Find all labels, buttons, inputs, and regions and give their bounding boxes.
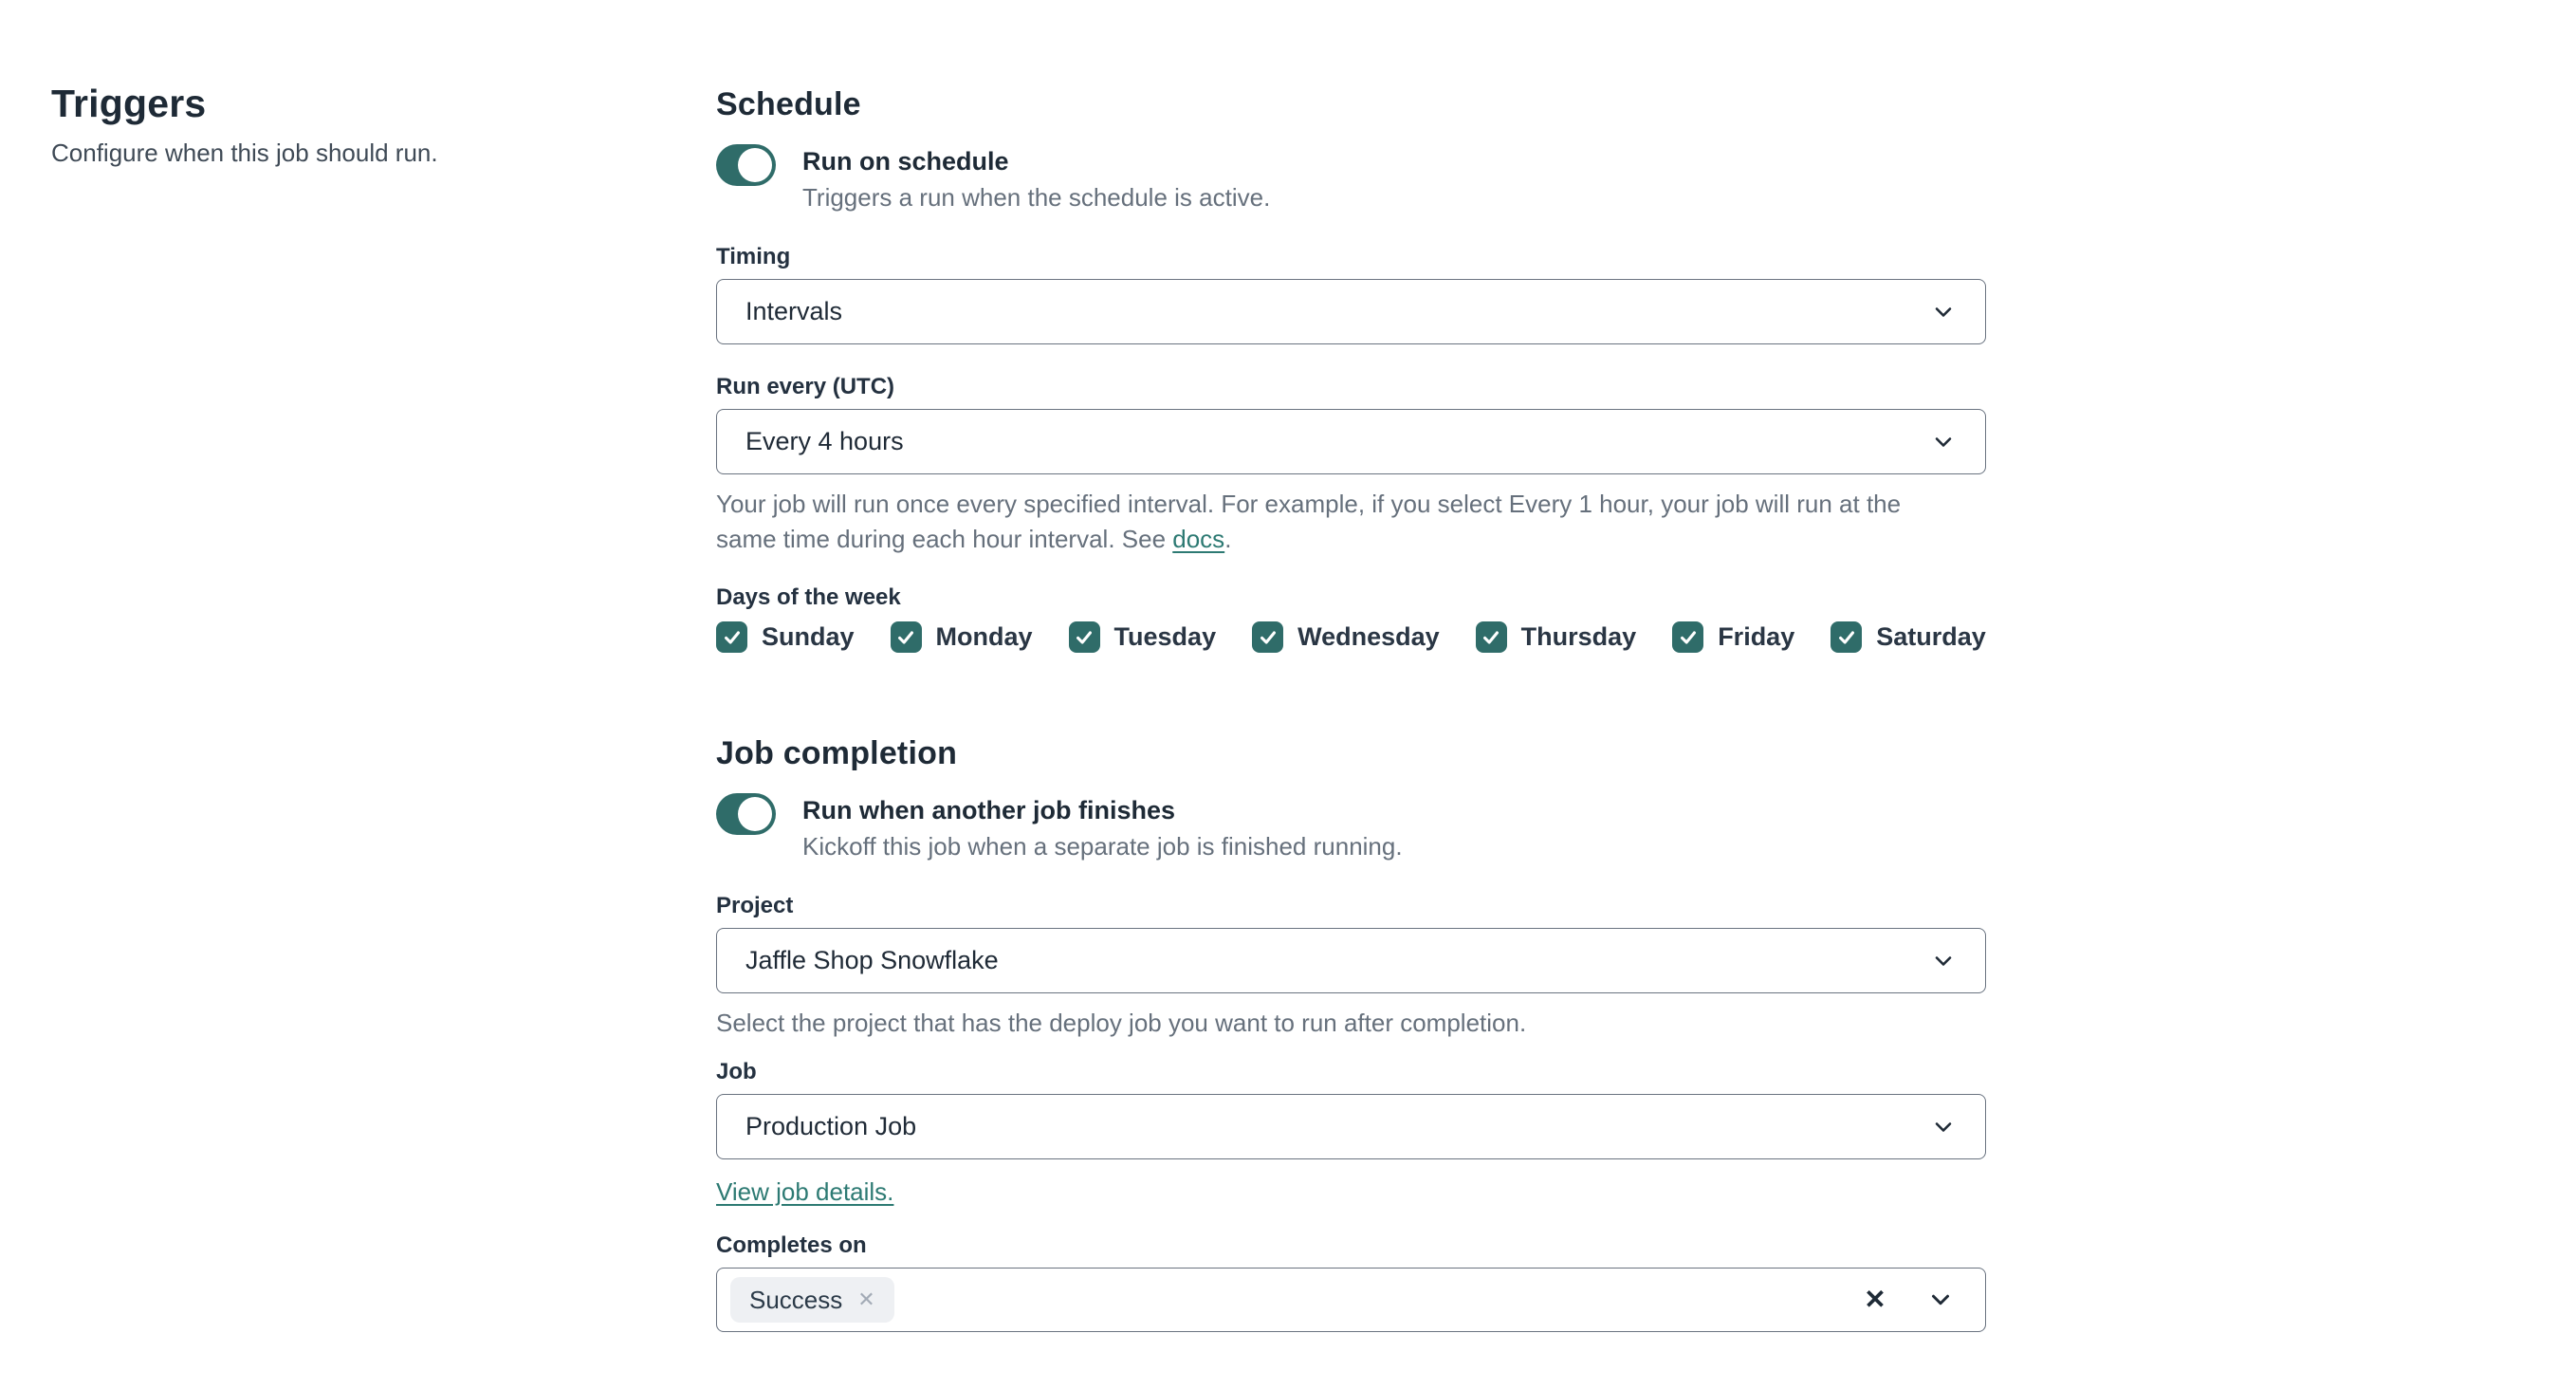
job-selected-value: Production Job xyxy=(745,1112,917,1140)
toggle-knob xyxy=(738,148,772,182)
run-every-select[interactable]: Every 4 hours xyxy=(716,409,1986,474)
day-label: Tuesday xyxy=(1113,622,1217,651)
page-subtitle: Configure when this job should run. xyxy=(51,139,438,167)
project-selected-value: Jaffle Shop Snowflake xyxy=(745,946,999,974)
checkbox-checked-icon xyxy=(1672,621,1704,653)
timing-selected-value: Intervals xyxy=(745,297,843,325)
section-description-panel: Triggers Configure when this job should … xyxy=(51,82,716,1332)
day-label: Wednesday xyxy=(1297,622,1440,651)
day-checkbox-thursday[interactable]: Thursday xyxy=(1475,621,1637,653)
chevron-down-icon xyxy=(1930,299,1957,325)
day-checkbox-friday[interactable]: Friday xyxy=(1672,621,1794,653)
day-checkbox-sunday[interactable]: Sunday xyxy=(716,621,855,653)
timing-label: Timing xyxy=(716,244,791,269)
day-label: Sunday xyxy=(762,622,855,651)
page-title: Triggers xyxy=(51,82,207,125)
days-of-week-row: Sunday Monday Tuesday Wednesday Thursday… xyxy=(716,621,1986,653)
day-checkbox-wednesday[interactable]: Wednesday xyxy=(1252,621,1440,653)
run-when-another-job-finishes-text: Run when another job finishes Kickoff th… xyxy=(802,793,1403,863)
run-on-schedule-toggle[interactable] xyxy=(716,144,776,186)
chevron-down-icon xyxy=(1930,1114,1957,1140)
toggle-knob xyxy=(738,797,772,831)
project-help-text: Select the project that has the deploy j… xyxy=(716,1009,1527,1037)
run-when-another-job-finishes-row: Run when another job finishes Kickoff th… xyxy=(716,793,1986,863)
checkbox-checked-icon xyxy=(1831,621,1863,653)
schedule-heading: Schedule xyxy=(716,86,861,122)
project-label: Project xyxy=(716,893,794,918)
checkbox-checked-icon xyxy=(716,621,747,653)
day-label: Friday xyxy=(1718,622,1795,651)
run-when-another-job-finishes-description: Kickoff this job when a separate job is … xyxy=(802,832,1403,861)
checkbox-checked-icon xyxy=(890,621,922,653)
run-every-selected-value: Every 4 hours xyxy=(745,427,904,455)
day-checkbox-monday[interactable]: Monday xyxy=(890,621,1033,653)
help-text-segment: Your job will run once every specified i… xyxy=(716,490,1902,553)
day-label: Monday xyxy=(935,622,1033,651)
docs-link[interactable]: docs xyxy=(1172,525,1224,553)
days-of-week-label: Days of the week xyxy=(716,584,901,610)
checkbox-checked-icon xyxy=(1068,621,1100,653)
project-select[interactable]: Jaffle Shop Snowflake xyxy=(716,928,1986,993)
run-on-schedule-text: Run on schedule Triggers a run when the … xyxy=(802,144,1270,214)
selected-tag-success: Success ✕ xyxy=(730,1277,894,1323)
run-on-schedule-description: Triggers a run when the schedule is acti… xyxy=(802,183,1271,212)
checkbox-checked-icon xyxy=(1475,621,1507,653)
help-text-segment: . xyxy=(1224,525,1232,553)
run-when-another-job-finishes-toggle[interactable] xyxy=(716,793,776,835)
day-label: Thursday xyxy=(1520,622,1637,651)
checkbox-checked-icon xyxy=(1252,621,1284,653)
run-every-label: Run every (UTC) xyxy=(716,374,895,399)
clear-selection-icon[interactable]: ✕ xyxy=(1864,1287,1886,1313)
run-on-schedule-label: Run on schedule xyxy=(802,147,1009,176)
job-completion-heading: Job completion xyxy=(716,735,958,771)
run-on-schedule-row: Run on schedule Triggers a run when the … xyxy=(716,144,1986,214)
day-label: Saturday xyxy=(1876,622,1986,651)
job-select[interactable]: Production Job xyxy=(716,1094,1986,1159)
day-checkbox-tuesday[interactable]: Tuesday xyxy=(1068,621,1217,653)
chevron-down-icon xyxy=(1930,429,1957,455)
tag-label: Success xyxy=(749,1285,843,1314)
run-every-help-text: Your job will run once every specified i… xyxy=(716,487,1921,557)
run-when-another-job-finishes-label: Run when another job finishes xyxy=(802,796,1176,824)
triggers-form: Schedule Run on schedule Triggers a run … xyxy=(716,82,1986,1332)
triggers-settings-page: Triggers Configure when this job should … xyxy=(0,0,2576,1332)
timing-select[interactable]: Intervals xyxy=(716,279,1986,344)
chevron-down-icon xyxy=(1930,948,1957,974)
job-label: Job xyxy=(716,1059,757,1084)
chevron-down-icon[interactable] xyxy=(1926,1286,1955,1314)
day-checkbox-saturday[interactable]: Saturday xyxy=(1831,621,1986,653)
view-job-details-link[interactable]: View job details. xyxy=(716,1175,893,1209)
remove-tag-icon[interactable]: ✕ xyxy=(857,1289,874,1310)
completes-on-select[interactable]: Success ✕ ✕ xyxy=(716,1268,1986,1332)
completes-on-label: Completes on xyxy=(716,1232,867,1258)
